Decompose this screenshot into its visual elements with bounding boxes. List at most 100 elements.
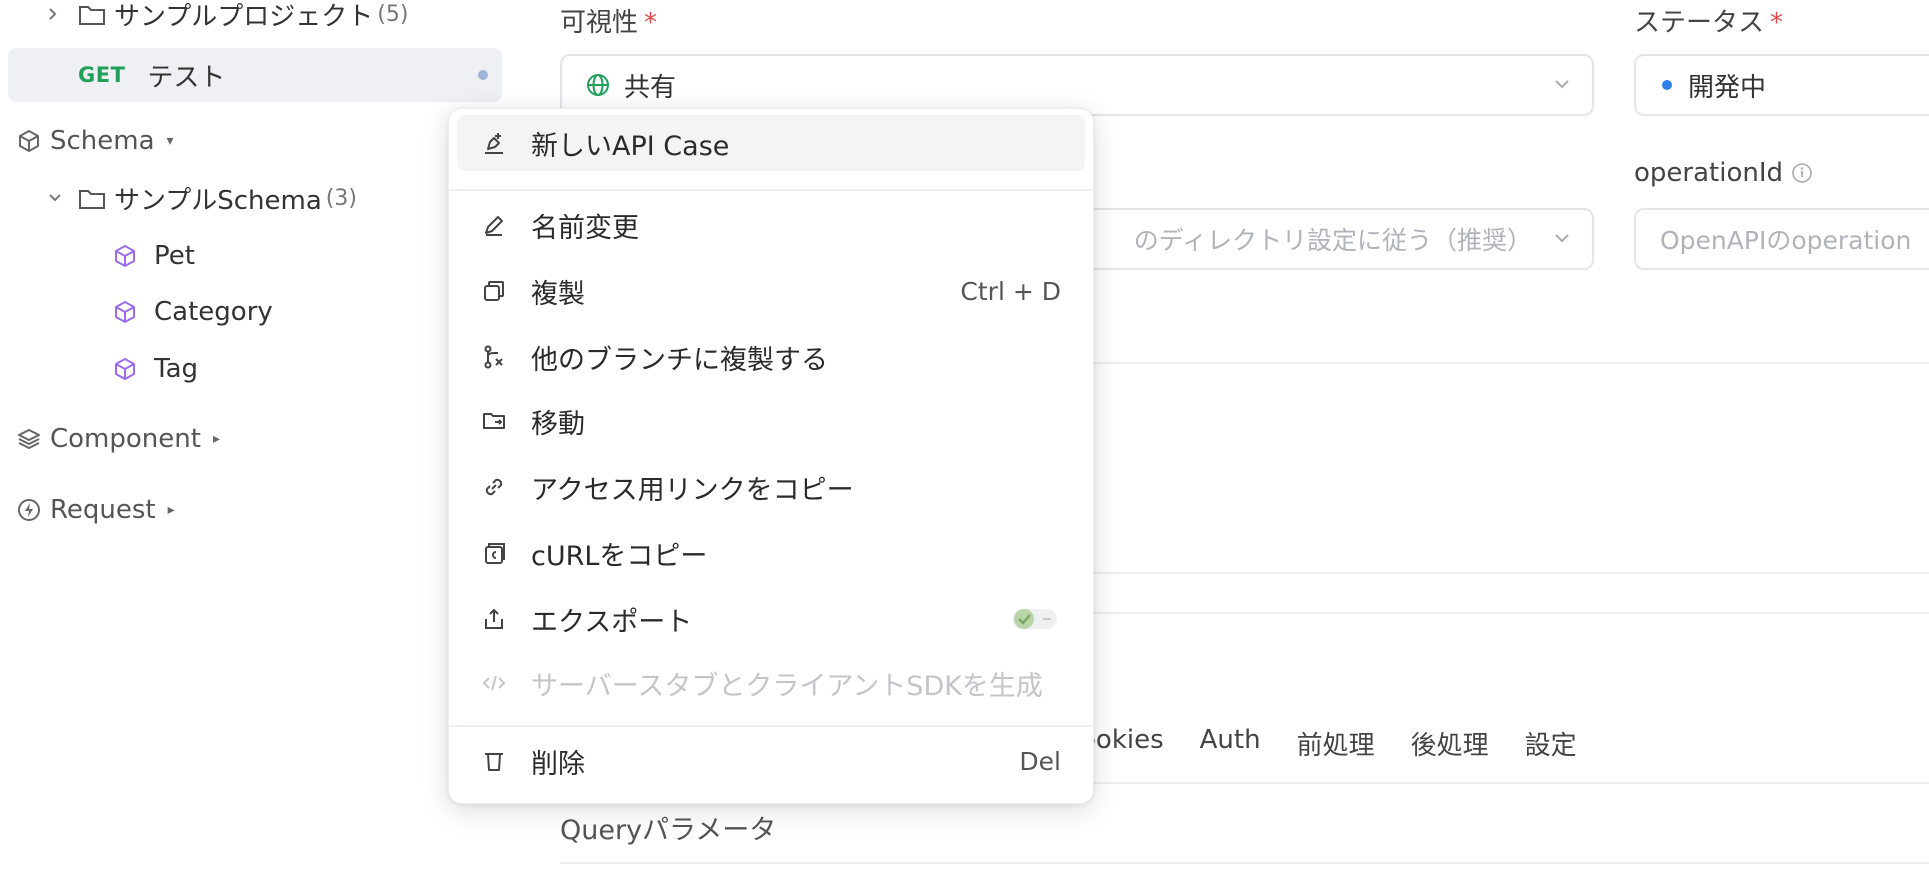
chevron-down-icon — [1554, 232, 1570, 244]
tab-settings[interactable]: 設定 — [1525, 725, 1577, 762]
tree-folder-count: (3) — [325, 185, 357, 211]
status-select[interactable]: 開発中 — [1634, 54, 1929, 116]
schema-cube-icon — [112, 299, 138, 325]
tree-folder-sample-project[interactable]: サンプルプロジェクト (5) — [48, 0, 408, 32]
query-params-heading: Queryパラメータ — [560, 815, 777, 846]
tree-endpoint-test[interactable]: GET テスト — [78, 52, 488, 98]
menu-item-label: 削除 — [531, 748, 585, 780]
tree-schema-item[interactable]: Tag — [112, 349, 198, 389]
trash-icon — [479, 746, 509, 776]
tab-auth[interactable]: Auth — [1200, 725, 1261, 762]
menu-item-copy-access-link[interactable]: アクセス用リンクをコピー — [457, 459, 1085, 515]
required-mark: * — [1770, 8, 1784, 38]
menu-item-label: 複製 — [531, 278, 585, 310]
menu-item-label: 移動 — [531, 408, 585, 440]
section-schema-label: Schema — [50, 126, 155, 156]
visibility-label: 可視性 * — [560, 2, 657, 39]
export-icon — [479, 604, 509, 634]
menu-item-label: エクスポート — [531, 606, 693, 638]
menu-item-label: 他のブランチに複製する — [531, 344, 828, 376]
tree-folder-label: サンプルプロジェクト — [114, 1, 374, 32]
folder-move-icon — [479, 406, 509, 436]
schema-item-label: Pet — [154, 241, 195, 271]
schema-item-label: Tag — [154, 354, 199, 384]
schema-cube-icon — [112, 243, 138, 269]
menu-item-copy-curl[interactable]: cURLをコピー — [457, 525, 1085, 581]
schema-cube-icon — [112, 356, 138, 382]
status-label: ステータス * — [1634, 2, 1783, 39]
menu-item-generate-sdk[interactable]: サーバースタブとクライアントSDKを生成 — [457, 655, 1085, 711]
caret-down-icon[interactable]: ▾ — [167, 133, 174, 149]
layers-icon — [16, 426, 42, 452]
schema-item-label: Category — [154, 297, 273, 327]
schema-section-icon — [16, 128, 42, 154]
tab-post-processing[interactable]: 後処理 — [1411, 725, 1489, 762]
section-schema[interactable]: Schema ▾ — [16, 122, 174, 160]
menu-item-rename[interactable]: 名前変更 — [457, 197, 1085, 253]
section-request[interactable]: Request ▸ — [16, 490, 175, 530]
directory-value: のディレクトリ設定に従う（推奨） — [1133, 226, 1532, 255]
menu-item-label: 新しいAPI Case — [531, 130, 730, 162]
pen-icon — [479, 210, 509, 240]
endpoint-name: テスト — [147, 62, 226, 93]
tree-schema-item[interactable]: Pet — [112, 236, 195, 276]
modified-dot-icon — [478, 70, 488, 80]
menu-item-label: サーバースタブとクライアントSDKを生成 — [531, 670, 1043, 702]
method-badge: GET — [78, 63, 126, 87]
tree-folder-label: サンプルSchema — [114, 185, 322, 216]
status-value: 開発中 — [1688, 72, 1767, 103]
code-icon — [479, 668, 509, 698]
menu-item-label: cURLをコピー — [531, 540, 708, 572]
tree-folder-sample-schema[interactable]: サンプルSchema (3) — [48, 178, 357, 218]
chevron-right-icon[interactable] — [48, 7, 58, 21]
tree-schema-item[interactable]: Category — [112, 292, 273, 332]
menu-item-duplicate[interactable]: 複製 Ctrl + D — [457, 263, 1085, 319]
copy-curl-icon — [479, 538, 509, 568]
divider — [560, 862, 1929, 864]
export-toggle-icon[interactable] — [1005, 604, 1061, 634]
operation-id-input[interactable]: OpenAPIのoperation — [1634, 208, 1929, 270]
menu-item-delete[interactable]: 削除 Del — [457, 733, 1085, 789]
tab-pre-processing[interactable]: 前処理 — [1297, 725, 1375, 762]
operation-id-placeholder: OpenAPIのoperation — [1660, 226, 1912, 255]
status-label-text: ステータス — [1634, 8, 1765, 38]
new-case-icon — [479, 128, 509, 158]
visibility-label-text: 可視性 — [560, 8, 639, 38]
divider — [1094, 612, 1929, 614]
menu-shortcut: Del — [1019, 746, 1061, 776]
menu-item-export[interactable]: エクスポート — [457, 591, 1085, 647]
branch-icon — [479, 342, 509, 372]
menu-item-new-api-case[interactable]: 新しいAPI Case — [457, 115, 1085, 171]
folder-icon — [78, 2, 106, 26]
operation-id-label-text: operationId — [1634, 158, 1784, 188]
status-dot-icon — [1662, 80, 1672, 90]
request-bolt-icon — [16, 497, 42, 523]
link-icon — [479, 472, 509, 502]
caret-right-icon[interactable]: ▸ — [168, 502, 175, 518]
menu-shortcut: Ctrl + D — [960, 276, 1061, 306]
context-menu: 新しいAPI Case 名前変更複製 Ctrl + D 他のブランチに複製する 移動アク… — [448, 108, 1094, 804]
visibility-value: 共有 — [624, 72, 677, 103]
menu-item-label: アクセス用リンクをコピー — [531, 474, 854, 506]
duplicate-icon — [479, 276, 509, 306]
menu-divider — [449, 189, 1093, 191]
section-component[interactable]: Component ▸ — [16, 419, 220, 459]
caret-right-icon[interactable]: ▸ — [213, 431, 220, 447]
chevron-down-icon[interactable] — [48, 193, 62, 203]
section-request-label: Request — [50, 495, 156, 525]
folder-icon — [78, 186, 106, 210]
share-globe-icon — [586, 73, 610, 97]
section-component-label: Component — [50, 424, 201, 454]
menu-item-label: 名前変更 — [531, 212, 639, 244]
tree-folder-count: (5) — [377, 1, 409, 27]
menu-item-move[interactable]: 移動 — [457, 393, 1085, 449]
divider — [1094, 572, 1929, 574]
info-icon[interactable] — [1791, 162, 1813, 184]
chevron-down-icon — [1554, 78, 1570, 90]
divider — [1094, 362, 1929, 364]
visibility-select[interactable]: 共有 — [560, 54, 1594, 116]
menu-item-duplicate-to-branch[interactable]: 他のブランチに複製する — [457, 329, 1085, 385]
request-tabs: ookies Auth 前処理 後処理 設定 — [1080, 725, 1577, 762]
required-mark: * — [644, 8, 658, 38]
menu-divider — [449, 725, 1093, 727]
